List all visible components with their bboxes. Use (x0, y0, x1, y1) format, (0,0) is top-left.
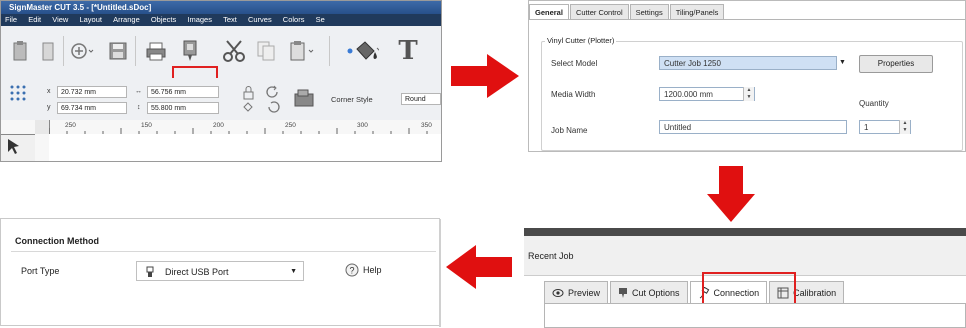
toolbar-divider (63, 36, 64, 66)
media-width-spinner[interactable]: ▲ ▼ (743, 87, 754, 101)
job-name-label: Job Name (551, 126, 588, 135)
quantity-field[interactable]: 1 ▲ ▼ (859, 120, 911, 134)
width-arrow-icon: ↔ (135, 88, 142, 95)
job-name-field[interactable]: Untitled (659, 120, 847, 134)
lock-icon[interactable] (241, 85, 257, 117)
help-label: Help (363, 265, 382, 275)
property-bar: x 20.732 mm y 69.734 mm ↔ 56.756 mm ↕ 55… (1, 78, 441, 121)
cutter-settings-dialog: General Cutter Control Settings Tiling/P… (528, 0, 966, 152)
properties-button[interactable]: Properties (859, 55, 933, 73)
section-divider (11, 251, 436, 252)
save-icon[interactable] (105, 36, 131, 66)
cutter-blade-icon (619, 288, 628, 298)
usb-plug-icon (146, 266, 154, 277)
menu-more[interactable]: Se (316, 15, 325, 24)
copy-icon[interactable] (253, 36, 279, 66)
media-width-value: 1200.000 mm (664, 90, 713, 99)
tab-calibration-label: Calibration (793, 288, 837, 298)
horizontal-ruler: 250 150 200 250 300 350 (1, 120, 441, 135)
paste-icon[interactable] (7, 36, 33, 66)
height-field[interactable]: 55.800 mm (147, 102, 219, 114)
port-type-value: Direct USB Port (165, 267, 229, 277)
eye-icon (552, 289, 564, 297)
height-arrow-icon: ↕ (137, 104, 141, 111)
job-tabs: Preview Cut Options Connection Calibrati… (544, 281, 846, 304)
recent-job-title: Recent Job (524, 236, 966, 276)
cut-scissors-icon[interactable] (221, 36, 247, 66)
arrow-down-icon (707, 166, 755, 222)
quantity-label: Quantity (859, 99, 889, 108)
clipboard-icon[interactable] (289, 36, 315, 66)
corner-style-select[interactable]: Round (401, 93, 441, 105)
recent-job-panel: Recent Job Preview Cut Options Connectio… (524, 228, 966, 328)
ruler-corner (35, 120, 50, 134)
menu-file[interactable]: File (5, 15, 17, 24)
text-tool-icon[interactable]: T (395, 36, 421, 66)
arrow-left-icon (446, 245, 512, 289)
paint-bucket-icon[interactable] (353, 36, 379, 66)
width-field[interactable]: 56.756 mm (147, 86, 219, 98)
tab-cutter-control[interactable]: Cutter Control (569, 4, 629, 20)
help-button[interactable]: ? Help (345, 263, 382, 277)
help-icon: ? (345, 263, 359, 277)
corner-style-label: Corner Style (331, 95, 373, 104)
tab-cut-options-label: Cut Options (632, 288, 680, 298)
arrow-right-icon (451, 54, 519, 98)
menu-bar: File Edit View Layout Arrange Objects Im… (1, 14, 441, 26)
tab-settings[interactable]: Settings (629, 4, 669, 20)
port-type-label: Port Type (21, 266, 60, 276)
chevron-down-icon[interactable]: ▼ (290, 262, 297, 282)
pointer-tool-icon[interactable] (5, 138, 23, 154)
menu-curves[interactable]: Curves (248, 15, 272, 24)
cutter-icon[interactable] (177, 36, 203, 66)
panel-edge (439, 219, 441, 327)
menu-layout[interactable]: Layout (79, 15, 102, 24)
design-canvas[interactable] (49, 134, 441, 161)
add-icon[interactable] (69, 36, 95, 66)
chevron-down-icon[interactable]: ▼ (839, 59, 846, 66)
quantity-spinner[interactable]: ▲ ▼ (899, 120, 910, 134)
x-position-field[interactable]: 20.732 mm (57, 86, 127, 98)
y-label: y (47, 104, 51, 111)
group-title: Vinyl Cutter (Plotter) (545, 36, 617, 45)
print-icon[interactable] (143, 36, 169, 66)
tab-preview[interactable]: Preview (544, 281, 609, 304)
menu-edit[interactable]: Edit (28, 15, 41, 24)
corner-style-icon[interactable] (293, 88, 317, 110)
y-position-field[interactable]: 69.734 mm (57, 102, 127, 114)
tab-tiling-panels[interactable]: Tiling/Panels (669, 4, 725, 20)
main-toolbar: T (1, 26, 441, 108)
panel-header-strip (524, 228, 966, 236)
toolbar-divider (135, 36, 136, 66)
position-grid-icon (10, 85, 26, 101)
menu-text[interactable]: Text (223, 15, 237, 24)
tab-general[interactable]: General (529, 4, 569, 20)
media-width-field[interactable]: 1200.000 mm ▲ ▼ (659, 87, 755, 101)
connection-method-title: Connection Method (15, 236, 99, 246)
menu-arrange[interactable]: Arrange (113, 15, 140, 24)
tab-divider (529, 19, 965, 20)
tab-cut-options[interactable]: Cut Options (610, 281, 688, 304)
svg-text:?: ? (349, 266, 354, 276)
connection-method-panel: Connection Method Port Type Direct USB P… (0, 218, 441, 327)
signmaster-window: SignMaster CUT 3.5 - [*Untitled.sDoc] Fi… (0, 0, 442, 162)
menu-images[interactable]: Images (187, 15, 212, 24)
vertical-ruler (35, 134, 50, 161)
paste-alt-icon[interactable] (35, 36, 61, 66)
dialog-tabs: General Cutter Control Settings Tiling/P… (529, 4, 725, 20)
window-title: SignMaster CUT 3.5 - [*Untitled.sDoc] (1, 1, 441, 14)
select-model-label: Select Model (551, 59, 598, 68)
port-type-dropdown[interactable]: Direct USB Port ▼ (136, 261, 304, 281)
tab-preview-label: Preview (568, 288, 601, 298)
menu-colors[interactable]: Colors (283, 15, 305, 24)
toolbar-divider (329, 36, 330, 66)
job-tab-content (544, 303, 966, 328)
media-width-label: Media Width (551, 90, 596, 99)
menu-view[interactable]: View (52, 15, 68, 24)
quantity-value: 1 (864, 123, 869, 132)
x-label: x (47, 88, 51, 95)
select-model-dropdown[interactable]: Cutter Job 1250 (659, 56, 837, 70)
rotate-icon[interactable] (265, 85, 281, 117)
menu-objects[interactable]: Objects (151, 15, 176, 24)
